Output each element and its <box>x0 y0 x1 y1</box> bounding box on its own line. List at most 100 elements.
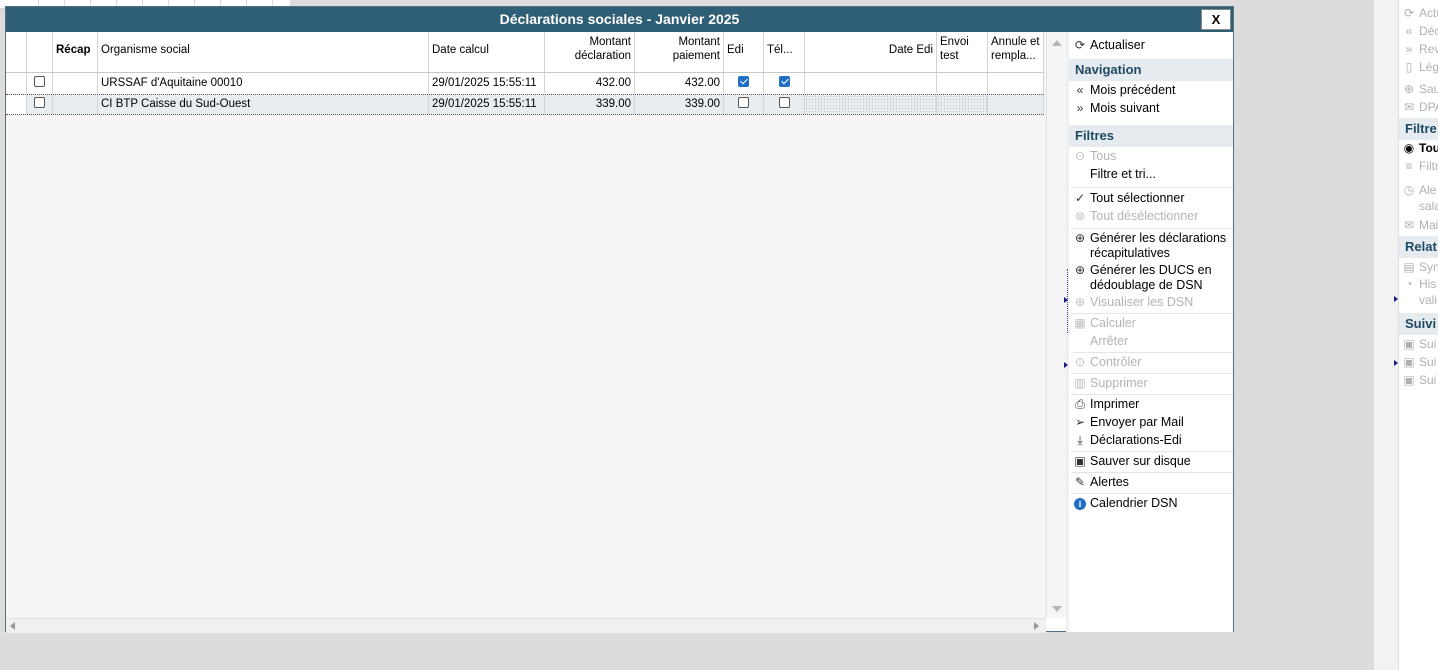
clipboard-icon: ▣ <box>1403 337 1415 351</box>
calculer-button[interactable]: ▦ Calculer <box>1073 316 1233 331</box>
tous-button[interactable]: ⊙ Tous <box>1073 149 1233 164</box>
scroll-up-icon[interactable] <box>1052 40 1062 46</box>
edi-cell[interactable] <box>724 95 764 114</box>
pencil-icon: ✎ <box>1074 475 1086 489</box>
envoyer-mail-button[interactable]: ➢ Envoyer par Mail <box>1073 415 1233 430</box>
vertical-scrollbar[interactable] <box>1046 32 1067 618</box>
table-row-selected[interactable]: CI BTP Caisse du Sud-Ouest 29/01/2025 15… <box>6 94 1044 115</box>
double-chevron-left-icon: « <box>1405 24 1413 38</box>
row-select-checkbox[interactable] <box>34 97 45 109</box>
header-envoi-test[interactable]: Envoi test <box>937 32 988 72</box>
bg-section-head: Filtre <box>1399 118 1438 140</box>
imprimer-button[interactable]: ⎙ Imprimer <box>1073 397 1233 412</box>
bg-action: sala <box>1419 199 1438 213</box>
send-icon: ➢ <box>1074 415 1086 429</box>
background-actions-panel: ⟳Actu «Déc »Rev ▯Lég ⊕Sau ✉DPA Filtre ◉T… <box>1374 0 1438 670</box>
bg-action: vali <box>1419 293 1438 307</box>
section-filtres: Filtres <box>1069 125 1233 147</box>
separator <box>1071 394 1233 395</box>
plus-circle-icon: ⊕ <box>1403 82 1415 96</box>
edi-cell[interactable] <box>724 73 764 93</box>
header-montant-paiement[interactable]: Montant paiement <box>635 32 724 72</box>
header-montant-declaration[interactable]: Montant déclaration <box>545 32 635 72</box>
header-row-indicator <box>6 32 27 72</box>
actions-panel: ⟳ Actualiser Navigation «Mois précédent »… <box>1069 32 1233 632</box>
controler-button[interactable]: ⊙ Contrôler <box>1073 355 1233 370</box>
calculator-icon: ▦ <box>1074 316 1086 330</box>
header-date-edi[interactable]: Date Edi <box>805 32 937 72</box>
bg-action: ▣ Sui <box>1403 337 1437 351</box>
header-tel[interactable]: Tél... <box>764 32 805 72</box>
panel-marker <box>1394 296 1398 302</box>
refresh-icon: ⟳ <box>1403 6 1415 20</box>
declarations-edi-button[interactable]: ⤓ Déclarations-Edi <box>1073 433 1233 448</box>
montant-paiement-cell: 339.00 <box>635 95 724 114</box>
tel-cell[interactable] <box>764 95 805 114</box>
date-edi-cell[interactable] <box>805 95 937 114</box>
scroll-down-icon[interactable] <box>1052 606 1062 612</box>
horizontal-scrollbar[interactable] <box>6 618 1046 633</box>
filtre-tri-button[interactable]: Filtre et tri... <box>1073 167 1233 182</box>
recap-cell <box>53 73 98 93</box>
tel-checkbox[interactable] <box>778 97 790 109</box>
sauver-disque-button[interactable]: ▣ Sauver sur disque <box>1073 454 1233 469</box>
info-icon: i <box>1073 496 1087 511</box>
filter-icon: ≡ <box>1405 159 1413 173</box>
edi-checkbox[interactable] <box>738 76 749 88</box>
double-chevron-left-icon: « <box>1076 83 1084 97</box>
arreter-button[interactable]: Arrêter <box>1073 334 1233 349</box>
bg-action: ◉ Tou <box>1403 141 1438 155</box>
bg-action: »Rev <box>1402 40 1438 58</box>
tout-deselectionner-button[interactable]: ⊗ Tout désélectionner <box>1073 209 1233 224</box>
edi-checkbox[interactable] <box>738 97 749 109</box>
alertes-button[interactable]: ✎ Alertes <box>1073 475 1233 490</box>
row-select-cell[interactable] <box>27 73 53 93</box>
double-chevron-right-icon: » <box>1076 101 1084 115</box>
table-row[interactable]: URSSAF d'Aquitaine 00010 29/01/2025 15:5… <box>6 73 1044 93</box>
row-select-checkbox[interactable] <box>34 76 45 88</box>
separator <box>1071 451 1233 452</box>
header-annule[interactable]: Annule et rempla... <box>988 32 1044 72</box>
generer-recap-button[interactable]: ⊕ Générer les déclarations récapitulative… <box>1073 231 1233 261</box>
plus-circle-icon: ⊕ <box>1074 263 1086 277</box>
tout-selectionner-button[interactable]: ✓ Tout sélectionner <box>1073 191 1233 206</box>
header-select[interactable] <box>27 32 53 72</box>
header-organisme[interactable]: Organisme social <box>98 32 429 72</box>
bg-action: ▣ Sui <box>1403 373 1437 387</box>
tel-cell[interactable] <box>764 73 805 93</box>
annule-cell <box>988 95 1044 114</box>
bg-action: ⟳Actu <box>1403 6 1438 20</box>
mail-icon: ✉ <box>1403 218 1415 232</box>
montant-declaration-cell: 432.00 <box>545 73 635 93</box>
scroll-left-icon[interactable] <box>10 622 15 630</box>
date-calcul-cell: 29/01/2025 15:55:11 <box>429 73 545 93</box>
envoi-test-cell[interactable] <box>937 95 988 114</box>
actualiser-button[interactable]: ⟳ Actualiser <box>1073 38 1233 53</box>
close-button[interactable]: X <box>1201 9 1231 30</box>
separator <box>1071 373 1233 374</box>
row-select-cell[interactable] <box>27 95 53 114</box>
declarations-grid: Récap Organisme social Date calcul Monta… <box>6 32 1046 618</box>
supprimer-button[interactable]: ▥ Supprimer <box>1073 376 1233 391</box>
plus-circle-icon: ⊕ <box>1074 231 1086 245</box>
mois-suivant-button[interactable]: » Mois suivant <box>1073 101 1233 116</box>
play-circle-icon: ⊙ <box>1074 355 1086 369</box>
panel-marker <box>1064 297 1068 303</box>
header-recap[interactable]: Récap <box>53 32 98 72</box>
panel-marker <box>1394 360 1398 366</box>
trash-icon: ▥ <box>1074 376 1086 390</box>
separator <box>1071 228 1233 229</box>
mois-precedent-button[interactable]: «Mois précédent <box>1073 83 1233 98</box>
table-header: Récap Organisme social Date calcul Monta… <box>6 32 1044 73</box>
recap-cell <box>53 95 98 114</box>
generer-ducs-button[interactable]: ⊕ Générer les DUCS en dédoublage de DSN <box>1073 263 1233 293</box>
bg-section-head: Relat <box>1399 236 1438 258</box>
scroll-right-icon[interactable] <box>1034 622 1039 630</box>
visualiser-dsn-button[interactable]: ⊕ Visualiser les DSN <box>1073 295 1233 310</box>
tel-checkbox[interactable] <box>778 76 790 88</box>
calendrier-dsn-button[interactable]: i Calendrier DSN <box>1073 496 1233 511</box>
card-icon: ▤ <box>1403 260 1415 274</box>
bg-action: ▯ Lég <box>1402 58 1438 76</box>
header-edi[interactable]: Edi <box>724 32 764 72</box>
header-date-calcul[interactable]: Date calcul <box>429 32 545 72</box>
